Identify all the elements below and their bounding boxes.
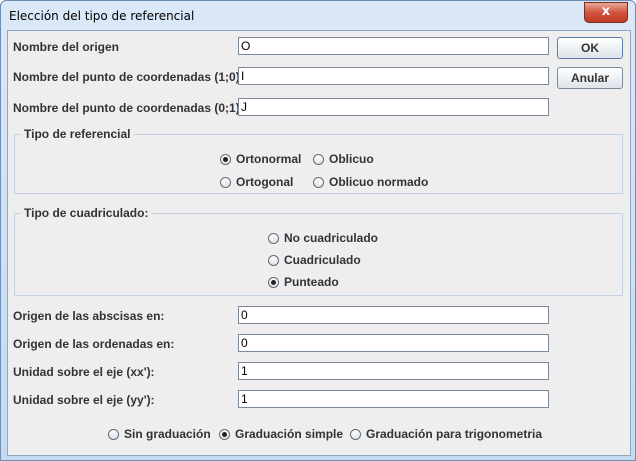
close-button[interactable]: x bbox=[584, 2, 628, 23]
orig-abscisas-input[interactable] bbox=[238, 306, 549, 324]
radio-sin-graduacion[interactable]: Sin graduación bbox=[108, 427, 211, 441]
radio-label: Punteado bbox=[284, 275, 339, 289]
radio-selected-icon bbox=[219, 428, 230, 440]
radio-label: Ortonormal bbox=[236, 152, 302, 166]
anular-button[interactable]: Anular bbox=[557, 67, 623, 89]
title-bar[interactable]: Elección del tipo de referencial x bbox=[1, 1, 635, 30]
radio-unselected-icon bbox=[313, 153, 324, 165]
unidad-yy-input[interactable] bbox=[238, 390, 549, 408]
radio-ortonormal[interactable]: Ortonormal bbox=[220, 152, 301, 166]
radio-unselected-icon bbox=[220, 176, 231, 188]
radio-unselected-icon bbox=[268, 232, 279, 244]
radio-graduacion-simple[interactable]: Graduación simple bbox=[219, 427, 343, 441]
tipo-referencial-group: Tipo de referencial Ortonormal Oblicuo O… bbox=[14, 127, 623, 194]
radio-label: Graduación simple bbox=[235, 427, 344, 441]
tipo-referencial-legend: Tipo de referencial bbox=[21, 127, 134, 141]
punto01-input[interactable] bbox=[238, 98, 549, 116]
radio-label: Sin graduación bbox=[124, 427, 211, 441]
radio-oblicuo-normado[interactable]: Oblicuo normado bbox=[313, 175, 428, 189]
radio-label: Oblicuo bbox=[329, 152, 374, 166]
orig-ordenadas-input[interactable] bbox=[238, 334, 549, 352]
radio-cuadriculado[interactable]: Cuadriculado bbox=[268, 253, 361, 267]
radio-ortogonal[interactable]: Ortogonal bbox=[220, 175, 293, 189]
unidad-yy-label: Unidad sobre el eje (yy'): bbox=[13, 393, 155, 407]
tipo-cuadriculado-group: Tipo de cuadriculado: No cuadriculado Cu… bbox=[14, 206, 623, 296]
unidad-xx-input[interactable] bbox=[238, 362, 549, 380]
window-title: Elección del tipo de referencial bbox=[9, 9, 195, 23]
radio-oblicuo[interactable]: Oblicuo bbox=[313, 152, 374, 166]
radio-label: Ortogonal bbox=[236, 175, 294, 189]
radio-unselected-icon bbox=[268, 254, 279, 266]
radio-label: No cuadriculado bbox=[284, 231, 379, 245]
origen-input[interactable] bbox=[238, 37, 549, 55]
dialog-window: Elección del tipo de referencial x Nombr… bbox=[0, 0, 636, 461]
radio-selected-icon bbox=[268, 276, 279, 288]
radio-graduacion-trigonometria[interactable]: Graduación para trigonometria bbox=[350, 427, 542, 441]
tipo-cuadriculado-legend: Tipo de cuadriculado: bbox=[21, 206, 152, 220]
punto10-input[interactable] bbox=[238, 67, 549, 85]
punto10-label: Nombre del punto de coordenadas (1;0): bbox=[13, 70, 244, 84]
unidad-xx-label: Unidad sobre el eje (xx'): bbox=[13, 365, 155, 379]
radio-unselected-icon bbox=[313, 176, 324, 188]
ok-button[interactable]: OK bbox=[557, 37, 623, 59]
radio-label: Graduación para trigonometria bbox=[366, 427, 543, 441]
radio-punteado[interactable]: Punteado bbox=[268, 275, 339, 289]
orig-ordenadas-label: Origen de las ordenadas en: bbox=[13, 337, 175, 351]
orig-abscisas-label: Origen de las abscisas en: bbox=[13, 309, 165, 323]
dialog-content: Nombre del origen Nombre del punto de co… bbox=[7, 30, 631, 456]
radio-no-cuadriculado[interactable]: No cuadriculado bbox=[268, 231, 378, 245]
origen-label: Nombre del origen bbox=[13, 40, 120, 54]
punto01-label: Nombre del punto de coordenadas (0;1): bbox=[13, 101, 244, 115]
radio-unselected-icon bbox=[350, 428, 361, 440]
radio-label: Oblicuo normado bbox=[329, 175, 429, 189]
radio-selected-icon bbox=[220, 153, 231, 165]
radio-label: Cuadriculado bbox=[284, 253, 361, 267]
radio-unselected-icon bbox=[108, 428, 119, 440]
close-icon: x bbox=[601, 4, 611, 19]
